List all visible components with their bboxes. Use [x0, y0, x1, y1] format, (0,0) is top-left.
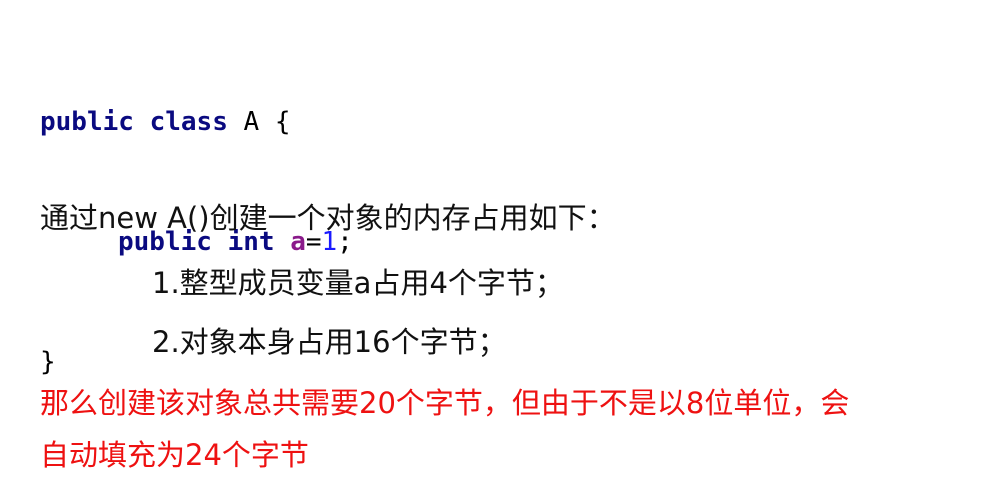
list-item-1: 1.整型成员变量a占用4个字节； [152, 266, 564, 300]
keyword-class: class [149, 107, 228, 137]
conclusion-line-1: 那么创建该对象总共需要20个字节，但由于不是以8位单位，会 [40, 386, 850, 420]
close-brace: } [40, 347, 56, 377]
keyword-public: public [40, 107, 134, 137]
intro-text: 通过new A()创建一个对象的内存占用如下： [40, 201, 616, 235]
list-item-2: 2.对象本身占用16个字节； [152, 325, 507, 359]
conclusion-line-2: 自动填充为24个字节 [40, 438, 309, 472]
code-line-1: public class A { [40, 102, 353, 142]
open-brace: { [274, 107, 291, 137]
class-name: A [243, 107, 260, 137]
